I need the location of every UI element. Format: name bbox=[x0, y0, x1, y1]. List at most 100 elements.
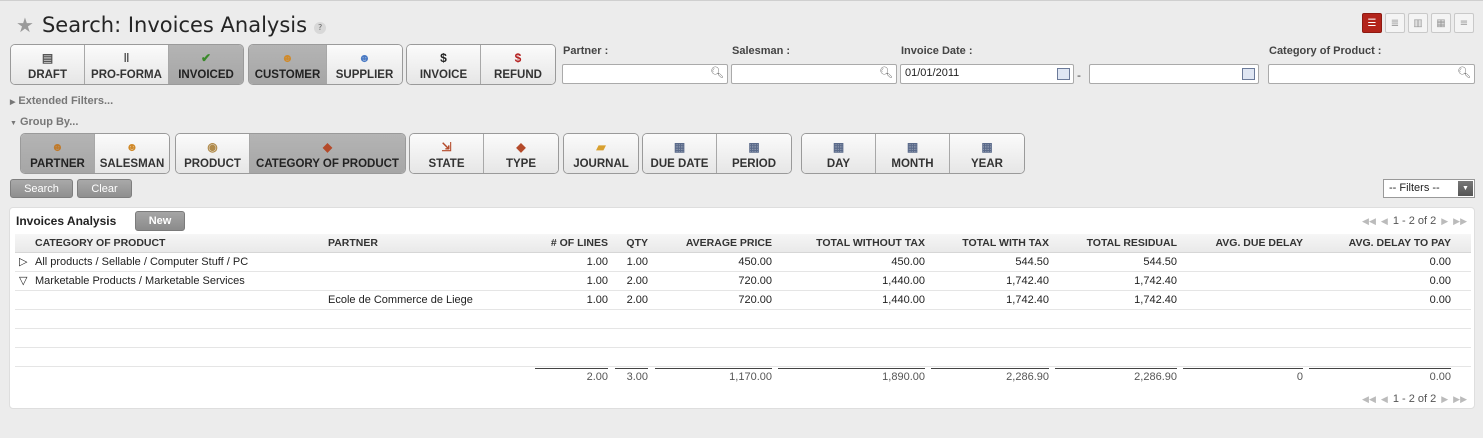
filter-supplier-button[interactable]: ☻ SUPPLIER bbox=[327, 45, 402, 84]
cell-lines: 1.00 bbox=[586, 275, 608, 287]
partner-field[interactable]: 🔍︎ bbox=[562, 64, 728, 84]
search-icon[interactable]: 🔍︎ bbox=[1457, 66, 1471, 79]
calendar-icon[interactable] bbox=[1057, 68, 1070, 80]
search-icon[interactable]: 🔍︎ bbox=[710, 66, 724, 79]
category-field[interactable]: 🔍︎ bbox=[1268, 64, 1475, 84]
cell-category: Marketable Products / Marketable Service… bbox=[35, 275, 245, 287]
group-by-toggle[interactable]: ▼ Group By... bbox=[10, 116, 78, 128]
page-title: Search: Invoices Analysis bbox=[41, 13, 308, 37]
invoice-date-to-field[interactable] bbox=[1089, 64, 1259, 84]
table-row[interactable]: ▽ Marketable Products / Marketable Servic… bbox=[15, 272, 1471, 291]
cell-category bbox=[35, 329, 325, 348]
cell-avg-price bbox=[655, 348, 772, 367]
partner-type-filter-group: ☻ CUSTOMER ☻ SUPPLIER bbox=[248, 44, 403, 85]
filter-refund-button[interactable]: $ REFUND bbox=[481, 45, 555, 84]
prev-page-icon[interactable]: ◀ bbox=[1381, 394, 1388, 405]
help-icon[interactable]: ? bbox=[314, 22, 327, 34]
cell-total-untaxed bbox=[778, 348, 925, 367]
salesman-icon: ☻ bbox=[125, 140, 139, 154]
salesman-field[interactable]: 🔍︎ bbox=[731, 64, 897, 84]
groupby-due-date-button[interactable]: ▦ DUE DATE bbox=[643, 134, 717, 173]
cell-category: All products / Sellable / Computer Stuff… bbox=[35, 256, 249, 268]
first-page-icon[interactable]: ◀◀ bbox=[1362, 394, 1376, 405]
groupby-category-button[interactable]: ◆ CATEGORY OF PRODUCT bbox=[250, 134, 405, 173]
column-header-total-residual: TOTAL RESIDUAL bbox=[1086, 237, 1177, 249]
next-page-icon[interactable]: ▶ bbox=[1441, 394, 1448, 405]
category-icon: ◆ bbox=[322, 140, 333, 154]
invoice-date-from-field[interactable]: 01/01/2011 bbox=[900, 64, 1074, 84]
prev-page-icon[interactable]: ◀ bbox=[1381, 216, 1388, 227]
cell-lines: 1.00 bbox=[586, 256, 608, 268]
next-page-icon[interactable]: ▶ bbox=[1441, 216, 1448, 227]
filter-invoiced-button[interactable]: ✔ INVOICED bbox=[169, 45, 243, 84]
groupby-journal-button[interactable]: ▰ JOURNAL bbox=[564, 134, 638, 173]
date-range-separator: - bbox=[1077, 69, 1081, 82]
search-icon[interactable]: 🔍︎ bbox=[879, 66, 893, 79]
groupby-day-button[interactable]: ▦ DAY bbox=[802, 134, 876, 173]
table-row[interactable]: ▷ All products / Sellable / Computer Stuf… bbox=[15, 253, 1471, 272]
calendar-icon[interactable] bbox=[1242, 68, 1255, 80]
cell-partner bbox=[328, 253, 528, 272]
groupby-period-button[interactable]: ▦ PERIOD bbox=[717, 134, 791, 173]
extended-filters-toggle[interactable]: ▶ Extended Filters... bbox=[10, 95, 113, 107]
refund-icon: $ bbox=[514, 51, 522, 65]
groupby-year-button[interactable]: ▦ YEAR bbox=[950, 134, 1024, 173]
pager-bottom: ◀◀ ◀ 1 - 2 of 2 ▶ ▶▶ bbox=[1362, 393, 1467, 405]
new-button[interactable]: New bbox=[135, 211, 185, 231]
table-row[interactable] bbox=[15, 329, 1471, 348]
star-icon[interactable]: ★ bbox=[16, 13, 34, 37]
cell-lines bbox=[535, 329, 608, 348]
cell-avg-due-delay bbox=[1183, 291, 1303, 310]
total-total-residual: 2,286.90 bbox=[1055, 368, 1177, 387]
filter-draft-button[interactable]: ▤ DRAFT bbox=[11, 45, 85, 84]
cell-partner bbox=[328, 310, 528, 329]
invoices-grid: CATEGORY OF PRODUCT PARTNER # OF LINES QTY A… bbox=[15, 234, 1471, 386]
cell-avg-delay-pay bbox=[1309, 310, 1451, 329]
table-row[interactable]: Ecole de Commerce de Liege 1.00 2.00 720.00… bbox=[15, 291, 1471, 310]
cell-total-untaxed: 1,440.00 bbox=[882, 275, 925, 287]
cell-total-residual: 544.50 bbox=[1143, 256, 1177, 268]
total-avg-due-delay: 0 bbox=[1183, 368, 1303, 387]
filter-proforma-button[interactable]: ‖ PRO-FORMA bbox=[85, 45, 169, 84]
table-row[interactable] bbox=[15, 348, 1471, 367]
groupby-partner-button[interactable]: ☻ PARTNER bbox=[21, 134, 95, 173]
cell-avg-price bbox=[655, 329, 772, 348]
graph-view-icon[interactable]: ▥ bbox=[1408, 13, 1428, 33]
search-button[interactable]: Search bbox=[10, 179, 73, 198]
total-avg-price: 1,170.00 bbox=[655, 368, 772, 387]
gantt-view-icon[interactable]: ≡ bbox=[1454, 13, 1474, 33]
groupby-month-button[interactable]: ▦ MONTH bbox=[876, 134, 950, 173]
filter-customer-button[interactable]: ☻ CUSTOMER bbox=[249, 45, 327, 84]
groupby-state-button[interactable]: ⇲ STATE bbox=[410, 134, 484, 173]
last-page-icon[interactable]: ▶▶ bbox=[1453, 394, 1467, 405]
calendar-view-icon[interactable]: ▦ bbox=[1431, 13, 1451, 33]
first-page-icon[interactable]: ◀◀ bbox=[1362, 216, 1376, 227]
groupby-product-button[interactable]: ◉ PRODUCT bbox=[176, 134, 250, 173]
column-header-lines: # OF LINES bbox=[550, 237, 608, 249]
collapse-icon[interactable]: ▽ bbox=[19, 272, 27, 291]
filter-invoice-button[interactable]: $ INVOICE bbox=[407, 45, 481, 84]
cell-total-residual bbox=[1055, 310, 1177, 329]
partner-field-label: Partner : bbox=[563, 45, 609, 57]
form-view-icon[interactable]: ≣ bbox=[1385, 13, 1405, 33]
groupby-type-button[interactable]: ◆ TYPE bbox=[484, 134, 558, 173]
partner-icon: ☻ bbox=[51, 140, 64, 154]
table-row[interactable] bbox=[15, 310, 1471, 329]
invoice-date-label: Invoice Date : bbox=[901, 45, 973, 57]
filters-select[interactable]: -- Filters -- ▼ bbox=[1383, 179, 1475, 198]
column-header-total-taxed: TOTAL WITH TAX bbox=[962, 237, 1049, 249]
cell-avg-due-delay bbox=[1183, 329, 1303, 348]
groupby-partner-group: ☻ PARTNER ☻ SALESMAN bbox=[20, 133, 170, 174]
caret-right-icon: ▶ bbox=[10, 99, 16, 106]
expand-icon[interactable]: ▷ bbox=[19, 253, 27, 272]
clear-button[interactable]: Clear bbox=[77, 179, 132, 198]
cell-avg-due-delay bbox=[1183, 272, 1303, 291]
last-page-icon[interactable]: ▶▶ bbox=[1453, 216, 1467, 227]
calendar-icon: ▦ bbox=[906, 140, 919, 154]
list-view-icon[interactable]: ☰ bbox=[1362, 13, 1382, 33]
dollar-icon: $ bbox=[440, 51, 447, 65]
groupby-salesman-button[interactable]: ☻ SALESMAN bbox=[95, 134, 169, 173]
cell-total-taxed bbox=[931, 329, 1049, 348]
cell-avg-price: 450.00 bbox=[738, 256, 772, 268]
cell-avg-price: 720.00 bbox=[738, 294, 772, 306]
